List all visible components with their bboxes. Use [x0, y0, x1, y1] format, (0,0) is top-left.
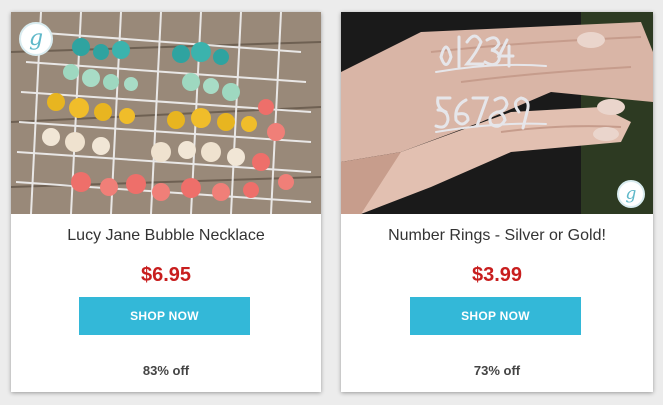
- product-card-rings[interactable]: g Number Rings - Silver or Gold! $3.99 S…: [341, 12, 653, 392]
- rings-photo: [341, 12, 653, 214]
- shop-now-button[interactable]: SHOP NOW: [410, 297, 581, 335]
- brand-logo-icon: g: [19, 22, 53, 56]
- discount-label: 83% off: [142, 363, 190, 378]
- product-title[interactable]: Lucy Jane Bubble Necklace: [11, 227, 321, 245]
- discount-label: 73% off: [473, 363, 521, 378]
- product-image-rings[interactable]: g: [341, 12, 653, 214]
- product-card-necklace[interactable]: g Lucy Jane Bubble Necklace $6.95 SHOP N…: [11, 12, 321, 392]
- product-price: $3.99: [471, 264, 523, 286]
- shop-now-button[interactable]: SHOP NOW: [79, 297, 250, 335]
- product-image-necklace[interactable]: g: [11, 12, 321, 214]
- product-title[interactable]: Number Rings - Silver or Gold!: [341, 227, 653, 245]
- product-price: $6.95: [140, 264, 192, 286]
- brand-logo-icon: g: [617, 180, 645, 208]
- necklace-photo: [11, 12, 321, 214]
